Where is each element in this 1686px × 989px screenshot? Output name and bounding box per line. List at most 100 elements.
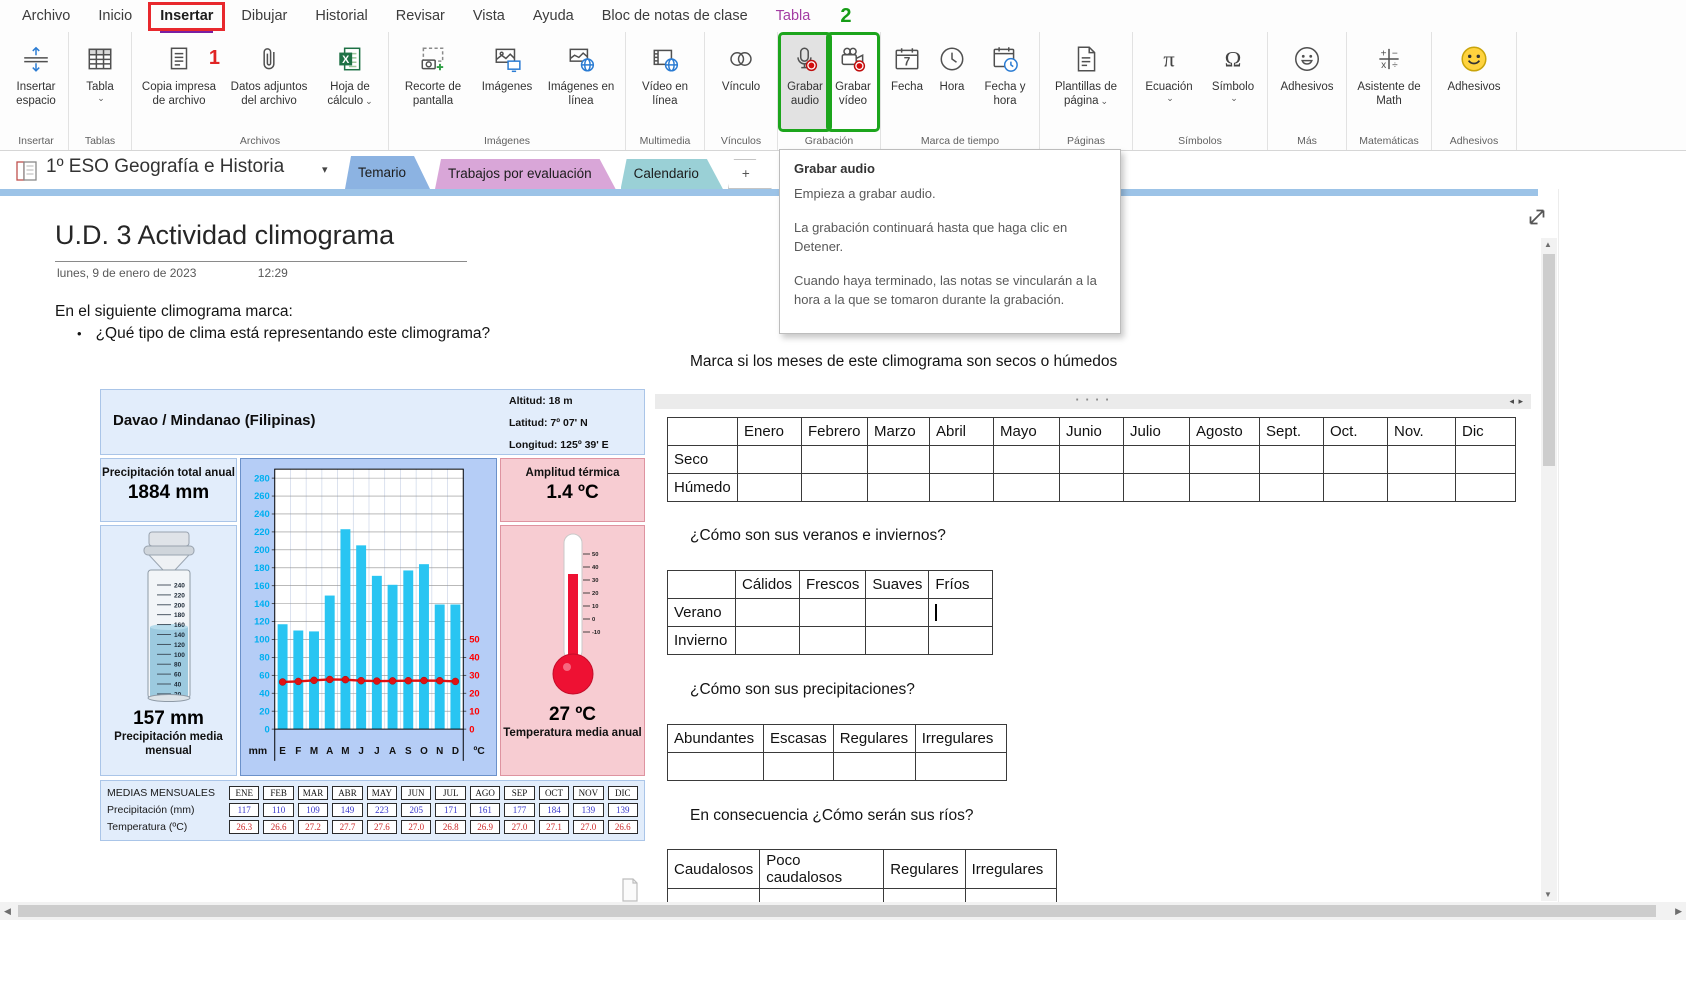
column-header[interactable]: Sept. <box>1260 418 1324 446</box>
column-header[interactable]: Poco caudalosos <box>760 850 884 889</box>
empty-cell[interactable] <box>800 627 866 655</box>
button-vídeo-en-línea[interactable]: Vídeo en línea <box>629 35 701 129</box>
row-label[interactable]: Invierno <box>668 627 736 655</box>
expand-page-button[interactable] <box>1524 204 1550 230</box>
column-header[interactable]: Julio <box>1124 418 1190 446</box>
empty-cell[interactable] <box>800 599 866 627</box>
button-símbolo[interactable]: ΩSímbolo⌄ <box>1202 35 1264 129</box>
section-tab-temario[interactable]: Temario <box>345 156 430 189</box>
empty-cell[interactable] <box>802 474 868 502</box>
horizontal-scroll-thumb[interactable] <box>18 905 1656 917</box>
ribbon-tab-revisar[interactable]: Revisar <box>382 0 459 32</box>
empty-cell[interactable] <box>884 889 965 903</box>
button-adhesivos[interactable]: Adhesivos <box>1435 35 1513 129</box>
section-tab-calendario[interactable]: Calendario <box>621 159 723 189</box>
question-seasons[interactable]: ¿Cómo son sus veranos e inviernos? <box>690 527 946 545</box>
empty-cell[interactable] <box>1190 474 1260 502</box>
button-hora[interactable]: Hora <box>930 35 974 129</box>
empty-cell[interactable] <box>929 599 993 627</box>
chevron-down-icon[interactable]: ▾ <box>322 163 328 176</box>
column-header[interactable]: Dic <box>1456 418 1516 446</box>
empty-cell[interactable] <box>1260 446 1324 474</box>
button-insertar-espacio[interactable]: Insertar espacio <box>7 35 65 129</box>
button-tabla[interactable]: Tabla⌄ <box>72 35 128 129</box>
column-header[interactable]: Irregulares <box>915 725 1006 753</box>
column-header[interactable]: Agosto <box>1190 418 1260 446</box>
vertical-scrollbar[interactable]: ▲ ▼ <box>1541 238 1557 901</box>
empty-cell[interactable] <box>930 446 994 474</box>
row-label[interactable]: Húmedo <box>668 474 738 502</box>
empty-cell[interactable] <box>738 474 802 502</box>
column-header[interactable]: Abundantes <box>668 725 764 753</box>
note-container-bar[interactable]: · · · · ◂ ▸ <box>655 394 1531 409</box>
ribbon-tab-ayuda[interactable]: Ayuda <box>519 0 588 32</box>
column-header[interactable]: Febrero <box>802 418 868 446</box>
ribbon-tab-vista[interactable]: Vista <box>459 0 519 32</box>
ribbon-tab-inicio[interactable]: Inicio <box>84 0 146 32</box>
button-adhesivos[interactable]: Adhesivos <box>1271 35 1343 129</box>
nav-arrows-icon[interactable]: ◂ ▸ <box>1509 396 1524 407</box>
drag-handle-icon[interactable]: · · · · <box>655 392 1531 407</box>
empty-cell[interactable] <box>668 889 760 903</box>
ribbon-tab-bloc-de-notas-de-clase[interactable]: Bloc de notas de clase <box>588 0 762 32</box>
empty-cell[interactable] <box>1260 474 1324 502</box>
button-grabar-vídeo[interactable]: Grabar vídeo <box>829 35 877 129</box>
question-precip[interactable]: ¿Cómo son sus precipitaciones? <box>690 681 915 699</box>
button-recorte-de-pantalla[interactable]: Recorte de pantalla <box>392 35 474 129</box>
empty-cell[interactable] <box>1388 446 1456 474</box>
column-header[interactable] <box>668 418 738 446</box>
scroll-down-icon[interactable]: ▼ <box>1544 890 1552 899</box>
bullet-item[interactable]: •¿Qué tipo de clima está representando e… <box>77 325 490 343</box>
empty-cell[interactable] <box>738 446 802 474</box>
column-header[interactable]: Abril <box>930 418 994 446</box>
intro-text[interactable]: En el siguiente climograma marca: <box>55 303 293 321</box>
button-imágenes-en-línea[interactable]: Imágenes en línea <box>540 35 622 129</box>
empty-cell[interactable] <box>736 599 800 627</box>
question-months[interactable]: Marca si los meses de este climograma so… <box>690 353 1117 371</box>
empty-cell[interactable] <box>764 753 834 781</box>
page-title[interactable]: U.D. 3 Actividad climograma <box>55 220 394 251</box>
ribbon-tab-historial[interactable]: Historial <box>301 0 381 32</box>
button-hoja-de-cálculo[interactable]: XHoja de cálculo⌄ <box>315 35 385 129</box>
column-header[interactable]: Escasas <box>764 725 834 753</box>
empty-cell[interactable] <box>760 889 884 903</box>
button-grabar-audio[interactable]: Grabar audio <box>781 35 829 129</box>
column-header[interactable]: Enero <box>738 418 802 446</box>
column-header[interactable]: Frescos <box>800 571 866 599</box>
empty-cell[interactable] <box>915 753 1006 781</box>
button-ecuación[interactable]: πEcuación⌄ <box>1136 35 1202 129</box>
button-imágenes[interactable]: Imágenes <box>474 35 540 129</box>
empty-cell[interactable] <box>866 627 929 655</box>
column-header[interactable]: Suaves <box>866 571 929 599</box>
section-tab-trabajos-por-evaluación[interactable]: Trabajos por evaluación <box>435 159 616 189</box>
empty-cell[interactable] <box>866 599 929 627</box>
button-datos-adjuntos-del-archivo[interactable]: Datos adjuntos del archivo <box>223 35 315 129</box>
empty-cell[interactable] <box>965 889 1056 903</box>
button-asistente-de-math[interactable]: +−x÷Asistente de Math <box>1350 35 1428 129</box>
empty-cell[interactable] <box>1388 474 1456 502</box>
horizontal-scrollbar[interactable]: ◀ ▶ <box>0 902 1686 920</box>
empty-cell[interactable] <box>802 446 868 474</box>
column-header[interactable]: Marzo <box>868 418 930 446</box>
empty-cell[interactable] <box>994 446 1060 474</box>
button-fecha[interactable]: 7Fecha <box>884 35 930 129</box>
empty-cell[interactable] <box>1324 474 1388 502</box>
empty-cell[interactable] <box>668 753 764 781</box>
empty-cell[interactable] <box>930 474 994 502</box>
add-section-tab[interactable]: + <box>728 159 772 189</box>
scroll-right-icon[interactable]: ▶ <box>1675 906 1682 917</box>
empty-cell[interactable] <box>1124 474 1190 502</box>
empty-cell[interactable] <box>1124 446 1190 474</box>
question-rivers[interactable]: En consecuencia ¿Cómo serán sus ríos? <box>690 807 973 825</box>
scroll-left-icon[interactable]: ◀ <box>4 906 11 917</box>
empty-cell[interactable] <box>1060 474 1124 502</box>
button-plantillas-de-página[interactable]: Plantillas de página⌄ <box>1043 35 1129 129</box>
empty-cell[interactable] <box>1456 446 1516 474</box>
vertical-scroll-thumb[interactable] <box>1543 254 1555 466</box>
column-header[interactable]: Caudalosos <box>668 850 760 889</box>
notebook-title[interactable]: 1º ESO Geografía e Historia <box>46 156 284 178</box>
empty-cell[interactable] <box>1324 446 1388 474</box>
column-header[interactable]: Oct. <box>1324 418 1388 446</box>
empty-cell[interactable] <box>1456 474 1516 502</box>
empty-cell[interactable] <box>868 446 930 474</box>
